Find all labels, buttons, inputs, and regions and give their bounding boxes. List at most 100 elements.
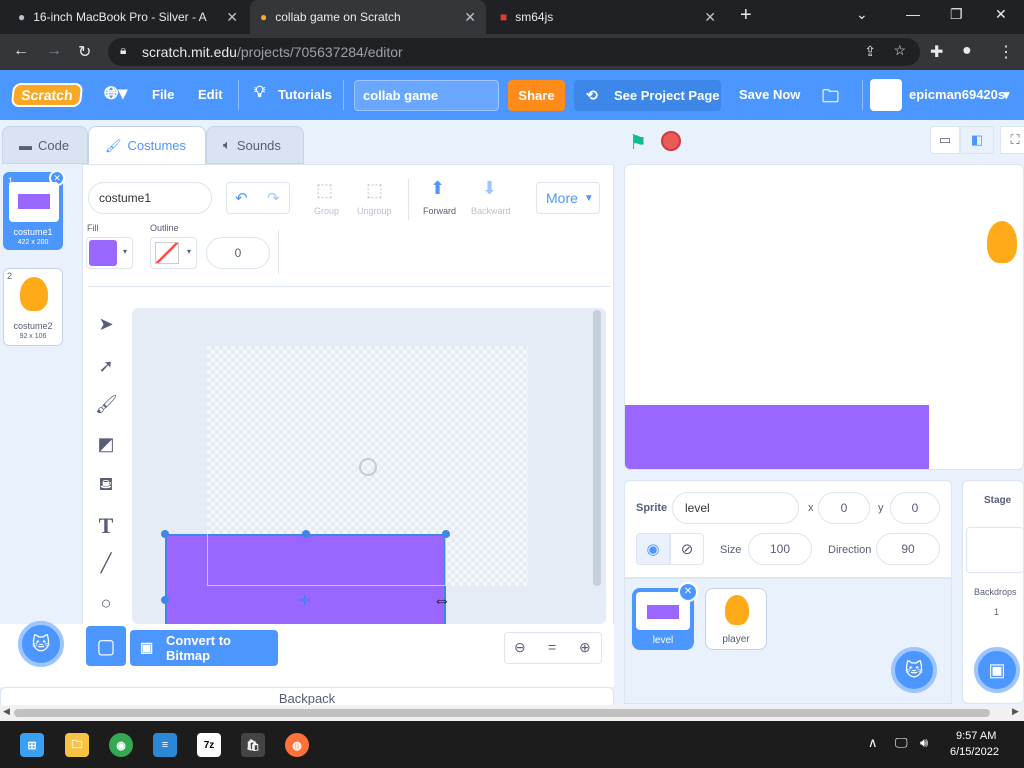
redo-icon[interactable]: ↷: [267, 189, 280, 207]
show-sprite-eye-icon[interactable]: ◉: [636, 533, 670, 565]
extensions-icon[interactable]: ✚: [930, 42, 943, 62]
circle-tool-icon[interactable]: ○: [95, 593, 117, 615]
tab-search-icon[interactable]: ⌄: [856, 6, 868, 23]
volume-icon[interactable]: 🔊︎: [920, 735, 928, 751]
backward-arrow-icon[interactable]: ⬇: [482, 178, 497, 199]
scroll-left-icon[interactable]: ◀: [3, 706, 10, 717]
save-now-button[interactable]: Save Now: [739, 87, 800, 102]
costume-tile-1[interactable]: 1 ✕ costume1 422 x 200: [3, 170, 65, 250]
restore-icon[interactable]: ❐: [950, 6, 963, 23]
see-project-page-button[interactable]: ⟲ See Project Page: [574, 80, 721, 111]
sprite-tile-level[interactable]: ✕ level: [632, 582, 698, 650]
chrome-icon[interactable]: ◉: [109, 733, 133, 757]
address-bar[interactable]: 🔒︎ scratch.mit.edu/projects/705637284/ed…: [108, 38, 920, 66]
zoom-out-icon[interactable]: ⊖: [514, 639, 526, 656]
forward-icon[interactable]: →: [46, 42, 62, 60]
backpack[interactable]: Backpack: [0, 687, 614, 707]
outline-color-picker[interactable]: ▾: [150, 237, 197, 269]
text-tool-icon[interactable]: T: [95, 513, 117, 538]
costume-tile-2[interactable]: 2 costume2 92 x 106: [3, 268, 63, 346]
clock-date[interactable]: 6/15/2022: [950, 746, 999, 758]
y-position-input[interactable]: 0: [890, 492, 940, 524]
select-tool-arrow-icon[interactable]: ➤: [95, 314, 117, 336]
x-position-input[interactable]: 0: [818, 492, 870, 524]
hide-sprite-eye-icon[interactable]: ⊘: [670, 533, 704, 565]
size-input[interactable]: 100: [748, 533, 812, 565]
tutorials-button[interactable]: Tutorials: [278, 87, 332, 102]
windows-start-icon[interactable]: ⊞: [20, 733, 44, 757]
browser-tab-scratch[interactable]: ● collab game on Scratch ✕: [250, 0, 486, 34]
more-button[interactable]: More ▼: [536, 182, 600, 214]
rotation-center-icon[interactable]: [359, 458, 377, 476]
tab-costumes[interactable]: 🖌︎ Costumes: [88, 126, 206, 164]
backward-button[interactable]: Backward: [471, 206, 511, 216]
eraser-tool-icon[interactable]: ◩: [95, 434, 117, 456]
choose-backdrop-button[interactable]: ▣: [974, 647, 1020, 693]
scroll-right-icon[interactable]: ▶: [1012, 706, 1019, 717]
green-flag-icon[interactable]: ⚑: [629, 130, 647, 155]
fill-color-picker[interactable]: ▾: [86, 237, 133, 269]
stop-sign-icon[interactable]: [661, 131, 681, 151]
outline-width-input[interactable]: 0: [206, 237, 270, 269]
scratch-cat-sprite-on-stage[interactable]: [987, 221, 1017, 263]
browser-tab-macbook[interactable]: ● 16-inch MacBook Pro - Silver - A ✕: [8, 0, 248, 34]
account-chevron-down-icon[interactable]: ▾: [1003, 87, 1010, 103]
choose-costume-button[interactable]: 🐱︎: [18, 621, 64, 667]
level-sprite-on-stage[interactable]: [625, 405, 929, 469]
sprite-tile-player[interactable]: player: [705, 588, 767, 650]
ungroup-button[interactable]: Ungroup: [357, 206, 392, 216]
large-stage-icon[interactable]: ◧: [960, 126, 994, 154]
clock-time[interactable]: 9:57 AM: [956, 730, 996, 742]
close-window-icon[interactable]: ✕: [995, 6, 1007, 23]
group-icon[interactable]: ⬚: [316, 180, 333, 201]
line-tool-icon[interactable]: ╱: [95, 553, 117, 575]
fill-bucket-tool-icon[interactable]: ⛾: [95, 474, 117, 496]
zoom-in-icon[interactable]: ⊕: [579, 639, 591, 656]
avatar[interactable]: [870, 79, 902, 111]
stage[interactable]: [624, 164, 1024, 470]
network-icon[interactable]: 🖵︎: [895, 735, 908, 751]
edit-menu[interactable]: Edit: [198, 87, 223, 102]
microsoft-store-icon[interactable]: 🛍︎: [241, 733, 265, 757]
tab-sounds[interactable]: 🔈︎ Sounds: [206, 126, 304, 164]
close-tab-icon[interactable]: ✕: [704, 9, 716, 26]
zoom-reset-icon[interactable]: =: [548, 639, 556, 655]
costume-name-input[interactable]: costume1: [88, 182, 212, 214]
forward-arrow-icon[interactable]: ⬆: [430, 178, 445, 199]
chrome-menu-icon[interactable]: ⋮: [998, 42, 1014, 62]
ungroup-icon[interactable]: ⬚: [366, 180, 383, 201]
project-title-input[interactable]: collab game: [354, 80, 499, 111]
share-page-icon[interactable]: ⇪: [864, 43, 876, 60]
close-tab-icon[interactable]: ✕: [226, 9, 238, 26]
delete-sprite-icon[interactable]: ✕: [678, 582, 698, 602]
file-menu[interactable]: File: [152, 87, 174, 102]
profile-icon[interactable]: ●: [962, 42, 972, 60]
file-explorer-icon[interactable]: 🗀: [65, 733, 89, 757]
tab-code[interactable]: ▬ Code: [2, 126, 88, 164]
tray-chevron-up-icon[interactable]: ∧: [868, 735, 878, 751]
rectangle-tool-button[interactable]: ▢: [86, 626, 126, 666]
undo-icon[interactable]: ↶: [235, 189, 248, 207]
canvas-vertical-scrollbar[interactable]: [593, 310, 601, 586]
resize-handle[interactable]: [442, 530, 450, 538]
reload-icon[interactable]: ↻: [78, 42, 91, 62]
close-tab-icon[interactable]: ✕: [464, 9, 476, 26]
minimize-icon[interactable]: —: [906, 6, 920, 22]
reshape-tool-icon[interactable]: ➚: [95, 356, 117, 378]
share-button[interactable]: Share: [508, 80, 565, 111]
move-crosshair-icon[interactable]: ✛: [299, 592, 311, 609]
fullscreen-icon[interactable]: ⛶: [1000, 126, 1024, 154]
firefox-icon[interactable]: ◍: [285, 733, 309, 757]
7zip-icon[interactable]: 7z: [197, 733, 221, 757]
forward-button[interactable]: Forward: [423, 206, 456, 216]
language-globe-icon[interactable]: 🌐︎▾: [104, 83, 127, 104]
sprite-name-input[interactable]: level: [672, 492, 799, 524]
bookmark-star-icon[interactable]: ☆: [893, 42, 906, 59]
group-button[interactable]: Group: [314, 206, 339, 216]
browser-tab-sm64js[interactable]: ■ sm64js ✕: [490, 0, 726, 34]
resize-handle[interactable]: [302, 530, 310, 538]
notepad-icon[interactable]: ≡: [153, 733, 177, 757]
resize-handle[interactable]: [161, 530, 169, 538]
choose-sprite-button[interactable]: 🐱︎: [891, 647, 937, 693]
convert-to-bitmap-button[interactable]: ▣ Convert to Bitmap: [130, 630, 278, 666]
